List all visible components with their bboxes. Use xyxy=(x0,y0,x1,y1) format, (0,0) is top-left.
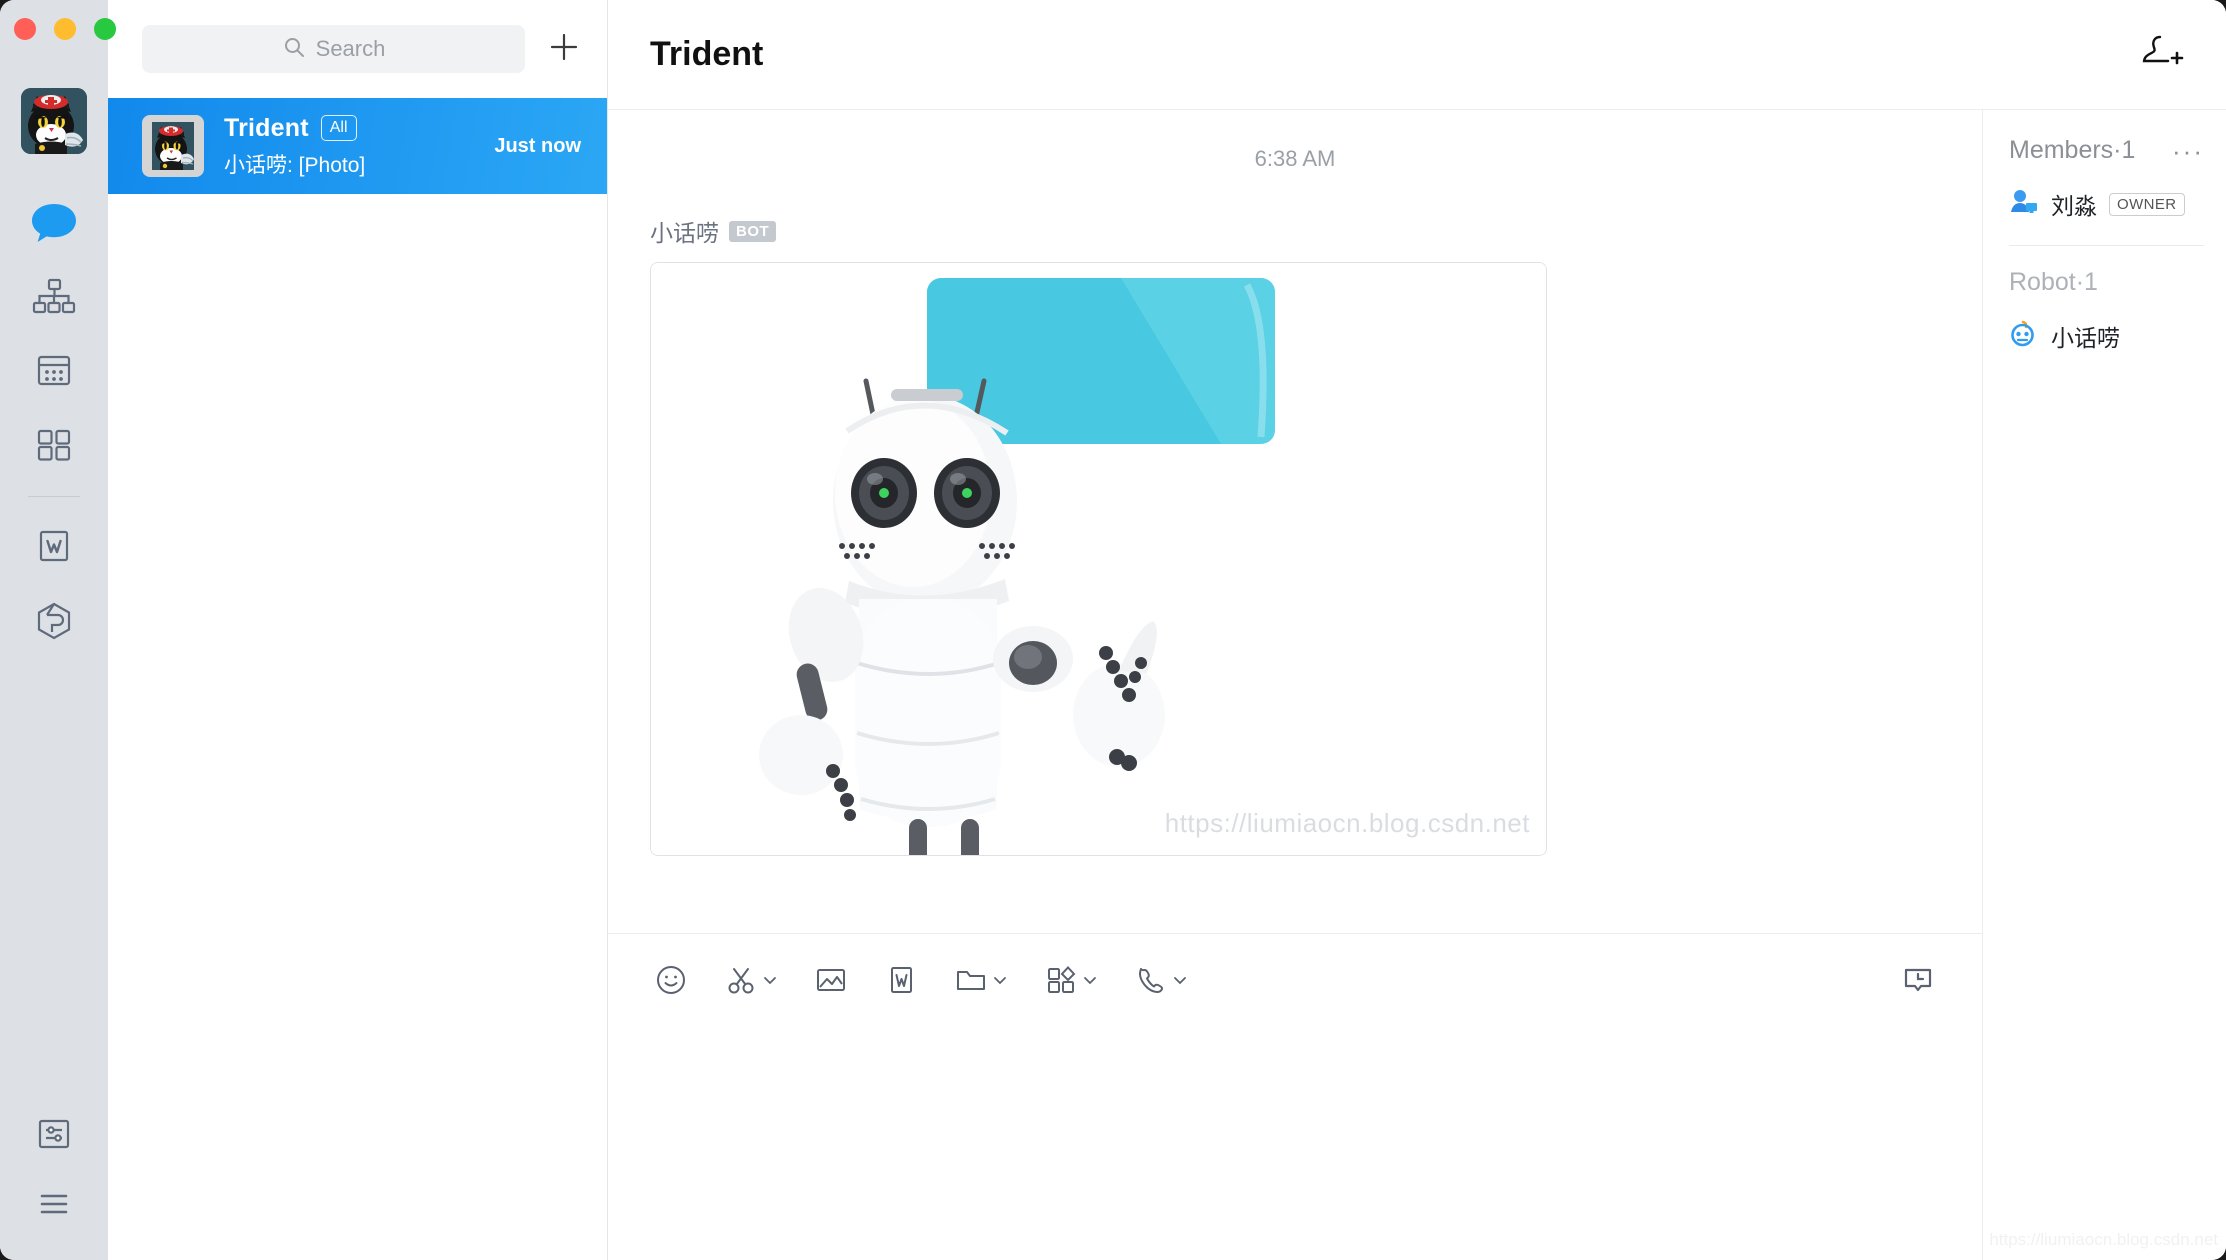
call-button[interactable] xyxy=(1134,963,1188,1002)
rail-icon-list xyxy=(0,188,108,659)
chat-item-title: Trident xyxy=(224,113,309,142)
rail-item-more[interactable] xyxy=(0,1178,108,1234)
chat-list-panel: Search Trident All 小话唠: [Photo] Just now xyxy=(108,0,608,1260)
new-chat-button[interactable] xyxy=(543,28,585,70)
page-title: Trident xyxy=(650,35,764,73)
add-member-button[interactable] xyxy=(2140,31,2186,78)
message-input[interactable] xyxy=(608,1030,1982,1260)
chat-list-item-trident[interactable]: Trident All 小话唠: [Photo] Just now xyxy=(108,98,607,194)
main-area: Trident 6:38 AM 小话唠 BOT https://liumiaoc… xyxy=(608,0,2226,1260)
search-box[interactable]: Search xyxy=(142,25,525,73)
message-list: 6:38 AM 小话唠 BOT https://liumiaocn.blog.c… xyxy=(608,110,1982,933)
chevron-down-icon[interactable] xyxy=(992,972,1008,993)
window-traffic-lights xyxy=(0,18,116,40)
apps-button[interactable] xyxy=(1044,963,1098,1002)
file-button[interactable] xyxy=(954,963,1008,1002)
message-timestamp: 6:38 AM xyxy=(1254,146,1336,171)
settings-sliders-icon xyxy=(32,1114,76,1159)
org-chart-icon xyxy=(30,276,78,323)
rail-item-messages[interactable] xyxy=(0,188,108,262)
members-group-label: Robot·1 xyxy=(2009,268,2098,296)
image-button[interactable] xyxy=(814,963,848,1002)
page-watermark: https://liumiaocn.blog.csdn.net xyxy=(1989,1230,2218,1249)
grid-icon xyxy=(30,424,78,471)
apps-grid-icon xyxy=(1044,963,1078,1002)
members-panel: Members·1 ··· 刘淼 OWNER Robot·1 小话唠 https… xyxy=(1982,110,2226,1260)
robot-name: 小话唠 xyxy=(2051,325,2120,351)
w-document-icon xyxy=(884,963,918,1002)
emoji-icon xyxy=(654,963,688,1002)
member-item-robot[interactable]: 小话唠 xyxy=(1983,297,2226,353)
member-item-owner[interactable]: 刘淼 OWNER xyxy=(1983,165,2226,221)
robot-illustration xyxy=(651,263,1546,855)
members-more-button[interactable]: ··· xyxy=(2172,138,2204,164)
rail-item-apps[interactable] xyxy=(0,585,108,659)
message-composer xyxy=(608,933,1982,1260)
person-desktop-icon xyxy=(2009,188,2039,221)
add-person-icon xyxy=(2140,31,2186,78)
conversation-pane: 6:38 AM 小话唠 BOT https://liumiaocn.blog.c… xyxy=(608,110,1982,1260)
rail-item-workspace[interactable] xyxy=(0,410,108,484)
image-icon xyxy=(814,963,848,1002)
phone-icon xyxy=(1134,963,1168,1002)
chat-avatar xyxy=(142,115,204,177)
search-icon xyxy=(282,35,306,64)
chat-item-preview: 小话唠: [Photo] xyxy=(224,153,366,177)
message-sender-row: 小话唠 BOT xyxy=(650,214,1982,248)
user-avatar[interactable] xyxy=(21,88,87,154)
rail-item-docs[interactable] xyxy=(0,511,108,585)
left-nav-rail xyxy=(0,0,116,1260)
robot-icon xyxy=(2009,320,2039,353)
rail-item-settings[interactable] xyxy=(0,1108,108,1164)
chevron-down-icon[interactable] xyxy=(1082,972,1098,993)
composer-toolbar xyxy=(608,934,1982,1030)
message-sender-name: 小话唠 xyxy=(650,220,719,246)
chevron-down-icon[interactable] xyxy=(1172,972,1188,993)
chat-history-icon xyxy=(1900,963,1936,1002)
chevron-down-icon[interactable] xyxy=(762,972,778,993)
main-body: 6:38 AM 小话唠 BOT https://liumiaocn.blog.c… xyxy=(608,110,2226,1260)
folder-icon xyxy=(954,963,988,1002)
scissors-screenshot-icon xyxy=(724,963,758,1002)
members-title: Members·1 xyxy=(2009,136,2136,164)
member-name: 刘淼 xyxy=(2051,193,2097,219)
message-photo[interactable]: https://liumiaocn.blog.csdn.net xyxy=(650,262,1547,856)
document-button[interactable] xyxy=(884,963,918,1002)
rail-divider xyxy=(28,496,80,497)
chat-application-window: Search Trident All 小话唠: [Photo] Just now… xyxy=(0,0,2226,1260)
search-input[interactable]: Search xyxy=(316,36,386,62)
message-item: 小话唠 BOT https://liumiaocn.blog.csdn.net xyxy=(608,214,1982,856)
calendar-icon xyxy=(30,350,78,397)
chat-item-text: Trident All 小话唠: [Photo] xyxy=(224,114,474,179)
conversation-header: Trident xyxy=(608,0,2226,110)
rail-item-calendar[interactable] xyxy=(0,336,108,410)
rail-bottom-icons xyxy=(0,1108,108,1234)
emoji-button[interactable] xyxy=(654,963,688,1002)
chat-item-title-row: Trident All xyxy=(224,114,474,143)
screenshot-button[interactable] xyxy=(724,963,778,1002)
owner-badge: OWNER xyxy=(2109,192,2185,216)
chat-list-toolbar: Search xyxy=(108,0,607,98)
hamburger-menu-icon xyxy=(32,1187,76,1226)
maximize-window-button[interactable] xyxy=(94,18,116,40)
rail-item-contacts[interactable] xyxy=(0,262,108,336)
w-document-icon xyxy=(30,525,78,572)
members-header: Members·1 ··· xyxy=(1983,136,2226,165)
chat-item-tag: All xyxy=(320,115,357,141)
chat-avatar-image xyxy=(152,122,194,170)
close-window-button[interactable] xyxy=(14,18,36,40)
status-badge: BOT xyxy=(729,220,777,242)
image-watermark: https://liumiaocn.blog.csdn.net xyxy=(1164,808,1530,838)
minimize-window-button[interactable] xyxy=(54,18,76,40)
hexagon-cube-icon xyxy=(30,599,78,646)
chat-bubble-icon xyxy=(30,202,78,249)
chat-item-time: Just now xyxy=(494,134,581,157)
plus-icon xyxy=(547,30,581,69)
chat-history-button[interactable] xyxy=(1900,963,1936,1002)
